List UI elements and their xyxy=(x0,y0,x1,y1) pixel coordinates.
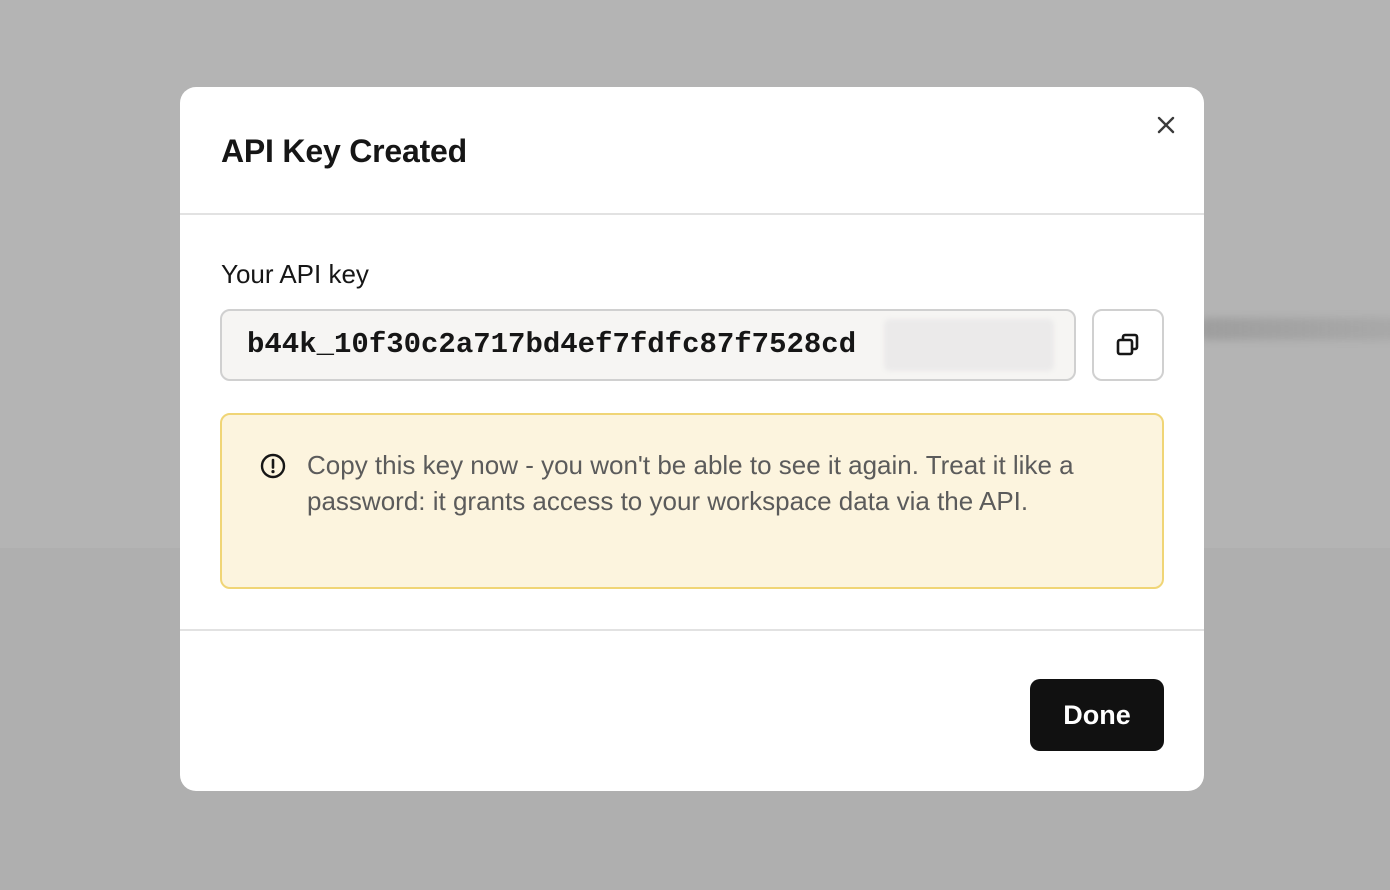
close-button[interactable] xyxy=(1150,109,1182,141)
warning-message: Copy this key now - you won't be able to… xyxy=(307,450,1074,516)
dialog-header: API Key Created xyxy=(180,87,1204,215)
background-blurred-text xyxy=(1196,318,1390,340)
footer-divider xyxy=(180,629,1204,631)
api-key-redacted-portion xyxy=(884,319,1054,371)
copy-icon xyxy=(1116,333,1139,356)
alert-circle-icon xyxy=(260,453,286,479)
dialog-title: API Key Created xyxy=(221,133,467,169)
api-key-value[interactable]: b44k_10f30c2a717bd4ef7fdfc87f7528cd xyxy=(247,328,856,361)
api-key-field[interactable]: b44k_10f30c2a717bd4ef7fdfc87f7528cd xyxy=(220,309,1076,381)
api-key-label: Your API key xyxy=(221,259,369,289)
copy-key-button[interactable] xyxy=(1092,309,1164,381)
warning-callout: Copy this key now - you won't be able to… xyxy=(220,413,1164,589)
done-button[interactable]: Done xyxy=(1030,679,1164,751)
api-key-dialog: API Key Created Your API key b44k_10f30c… xyxy=(180,87,1204,791)
close-icon xyxy=(1157,116,1175,134)
